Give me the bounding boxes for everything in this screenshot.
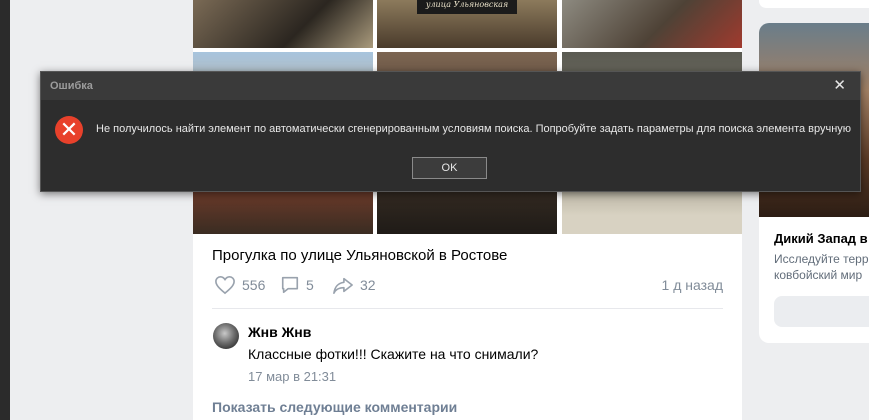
ad-title[interactable]: Дикий Запад в W xyxy=(774,231,869,246)
post-actions: 556 5 32 1 д назад xyxy=(212,275,723,297)
like-button[interactable]: 556 xyxy=(214,275,265,295)
photo-motorcycle[interactable] xyxy=(193,0,373,48)
share-count: 32 xyxy=(360,277,376,293)
show-more-comments-link[interactable]: Показать следующие комментарии xyxy=(212,399,457,415)
left-window-edge xyxy=(0,0,10,420)
avatar[interactable] xyxy=(213,323,239,349)
share-icon xyxy=(333,277,353,294)
post-time[interactable]: 1 д назад xyxy=(662,277,723,293)
street-sign-text: улица Ульяновская xyxy=(417,0,517,14)
error-dialog: Ошибка ✕ ✕ Не получилось найти элемент п… xyxy=(40,71,861,192)
share-button[interactable]: 32 xyxy=(332,275,376,295)
comment-date[interactable]: 17 мар в 21:31 xyxy=(248,369,336,384)
dialog-titlebar[interactable]: Ошибка ✕ xyxy=(41,72,860,100)
like-count: 556 xyxy=(242,277,266,293)
heart-icon xyxy=(215,275,235,295)
right-top-card xyxy=(759,0,869,8)
comment-text: Классные фотки!!! Скажите на что снимали… xyxy=(248,346,539,362)
ad-description: Исследуйте терр ковбойский мир xyxy=(774,252,869,282)
comment-icon xyxy=(281,276,299,294)
comment-count: 5 xyxy=(306,277,314,293)
close-icon[interactable]: ✕ xyxy=(833,76,846,94)
dialog-title: Ошибка xyxy=(50,80,93,92)
photo-street-corner[interactable] xyxy=(562,0,742,48)
comments-divider xyxy=(212,308,723,309)
post-title: Прогулка по улице Ульяновской в Ростове xyxy=(212,247,508,264)
dialog-message: Не получилось найти элемент по автоматич… xyxy=(96,123,852,135)
comment-button[interactable]: 5 xyxy=(280,275,314,295)
comment-author[interactable]: Жнв Жнв xyxy=(248,324,311,340)
error-icon: ✕ xyxy=(55,116,83,144)
post-card: улица Ульяновская Прогулка по улице Улья… xyxy=(193,0,742,420)
photo-street-sign[interactable]: улица Ульяновская xyxy=(377,0,557,48)
ad-button[interactable] xyxy=(774,296,869,327)
ok-button[interactable]: OK xyxy=(412,157,487,179)
